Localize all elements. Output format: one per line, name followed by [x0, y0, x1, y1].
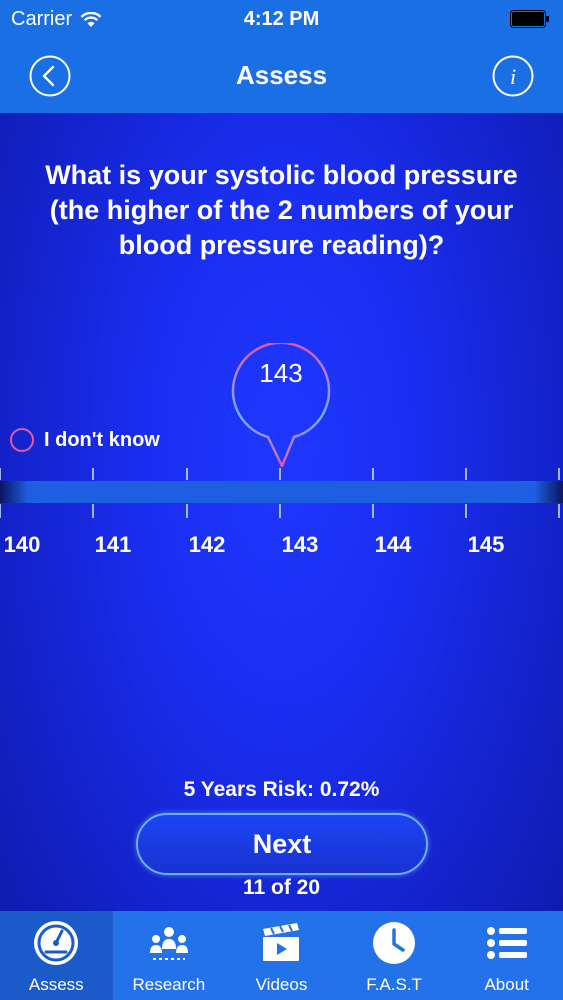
- tab-label: Assess: [28, 975, 84, 994]
- tab-bar: Assess Research Videos F.A.S.T About: [0, 911, 563, 1000]
- progress-counter: 11 of 20: [242, 876, 321, 899]
- battery-icon: [510, 10, 549, 28]
- tab-label: F.A.S.T: [366, 975, 422, 994]
- page-title: Assess: [235, 60, 328, 90]
- top-bar: Carrier 4:12 PM Assess i: [0, 0, 563, 113]
- next-button-label: Next: [252, 828, 312, 859]
- value-slider[interactable]: [0, 460, 563, 530]
- clock-icon: [373, 922, 416, 964]
- tick-label: 140: [3, 532, 41, 557]
- status-time: 4:12 PM: [243, 8, 320, 30]
- tab-label: Research: [132, 975, 206, 994]
- radio-button[interactable]: [10, 428, 34, 452]
- tab-fast[interactable]: F.A.S.T: [338, 911, 451, 1000]
- tick-label: 145: [467, 532, 505, 557]
- selected-value: 143: [259, 358, 303, 388]
- risk-text: 5 Years Risk: 0.72%: [183, 778, 380, 801]
- dont-know-label: I don't know: [44, 428, 160, 451]
- dont-know-option[interactable]: I don't know: [10, 428, 160, 452]
- tab-label: About: [484, 975, 529, 994]
- tab-label: Videos: [255, 975, 308, 994]
- gauge-icon: [34, 921, 79, 965]
- research-icon: [149, 927, 188, 960]
- tab-assess[interactable]: Assess: [0, 911, 113, 1000]
- tab-about[interactable]: About: [450, 911, 563, 1000]
- tab-research[interactable]: Research: [113, 911, 226, 1000]
- next-button[interactable]: Next: [136, 813, 428, 875]
- clapperboard-icon: [263, 923, 300, 961]
- navigation-bar: Assess i: [0, 40, 563, 113]
- tick-label: 141: [94, 532, 132, 557]
- status-bar: Carrier 4:12 PM: [0, 0, 563, 40]
- svg-text:i: i: [510, 64, 516, 89]
- tick-label: 143: [281, 532, 319, 557]
- tick-label: 142: [188, 532, 226, 557]
- tick-label: 144: [374, 532, 412, 557]
- list-icon: [486, 927, 527, 959]
- question-text: What is your systolic blood pressure (th…: [45, 160, 518, 260]
- tab-videos[interactable]: Videos: [225, 911, 338, 1000]
- info-button[interactable]: i: [492, 55, 534, 97]
